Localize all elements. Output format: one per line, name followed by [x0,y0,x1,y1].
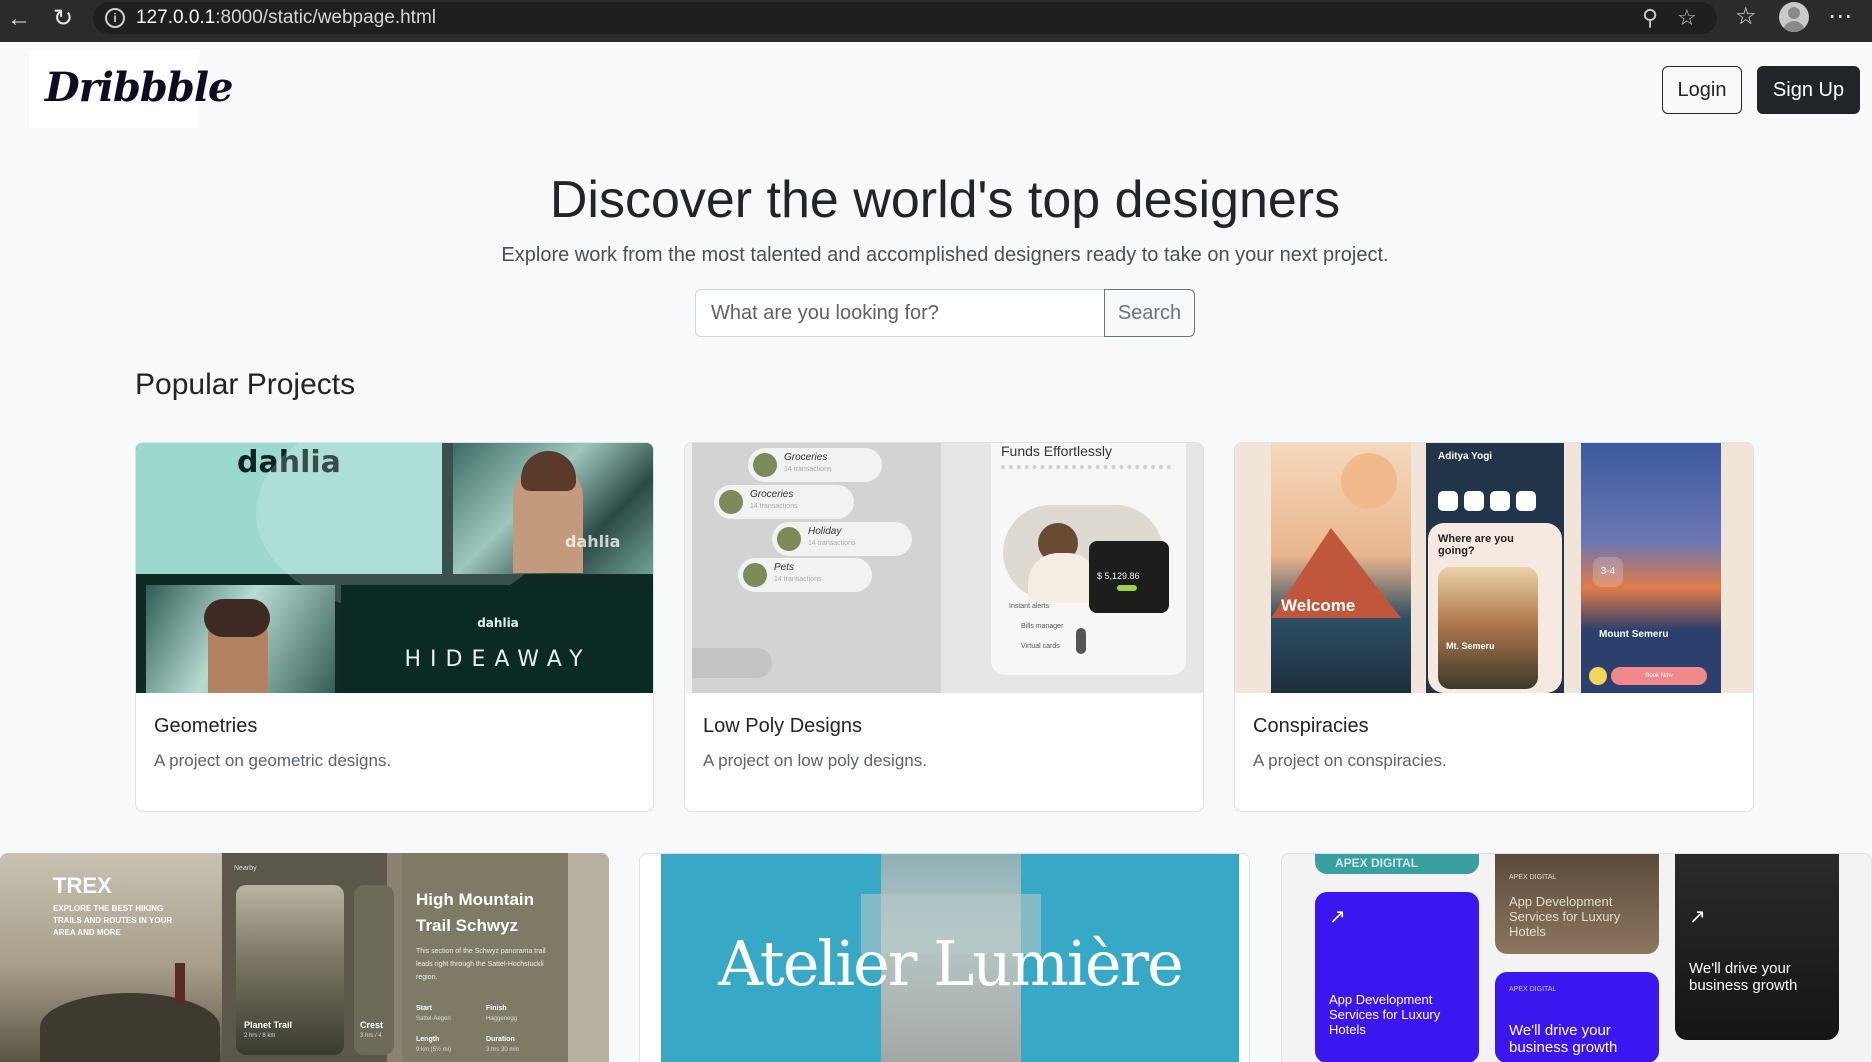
project-title[interactable]: Conspiracies [1253,715,1369,738]
art-panel: dahlia [136,443,556,613]
project-thumbnail[interactable]: dahlia dahlia dahlia HIDEAWAY [136,443,653,693]
project-description: A project on conspiracies. [1253,751,1447,770]
project-title[interactable]: Geometries [154,715,257,738]
project-thumbnail[interactable]: Welcome Aditya Yogi Where are you going?… [1235,443,1753,693]
art-list-item: Groceries 14 transactions [748,448,882,482]
project-thumbnail[interactable]: Groceries 14 transactions Groceries 14 t… [685,443,1203,693]
project-card[interactable]: Groceries 14 transactions Groceries 14 t… [684,442,1204,812]
project-card-atelier[interactable]: Atelier Lumière [639,853,1250,1062]
hero-title: Discover the world's top designers [549,171,1341,229]
art-list-item: Pets 14 transactions [738,558,872,592]
key-icon[interactable]: ⚲ [1642,5,1658,31]
art-list-item: Groceries 14 transactions [714,485,854,519]
more-menu-icon[interactable]: ⋯ [1828,2,1852,32]
favorite-star-icon[interactable]: ☆ [1677,5,1697,31]
address-bar[interactable]: i 127.0.0.1:8000/static/webpage.html ⚲ ☆ [93,2,1717,34]
login-button[interactable]: Login [1662,66,1742,114]
logo[interactable]: Dribbble [29,50,234,128]
art-option: Virtual cards [1021,643,1060,650]
project-card-apex[interactable]: APEX DIGITAL ↗ App Development Services … [1281,853,1872,1062]
art-list-panel: Groceries 14 transactions Groceries 14 t… [692,443,941,693]
project-title[interactable]: Low Poly Designs [703,715,862,738]
art-wordmark: Atelier Lumière [718,927,1184,1000]
art-brand-sub: HIDEAWAY [404,647,592,672]
site-info-icon[interactable]: i [105,8,125,28]
hero-subtitle: Explore work from the most talented and … [501,244,1389,266]
art-option: Bills manager [1021,623,1064,630]
art-panel-nearby: Nearby Planet Trail 2 hrs / 8 km Crest 3… [222,853,394,1062]
art-panel-apex-dark: ↗ We'll drive your business growth [1675,854,1839,1040]
search-button[interactable]: Search [1104,289,1195,337]
art-screen-map: 3-4 Mount Semeru Book Now [1581,443,1721,693]
project-card[interactable]: dahlia dahlia dahlia HIDEAWAY Geometries… [135,442,654,812]
art-photo-2 [146,585,335,693]
art-option: Instant alerts [1009,603,1050,610]
art-heading: Funds Effortlessly [1001,443,1113,459]
art-panel-detail: High Mountain Trail Schwyz This section … [402,853,568,1062]
favorites-list-icon[interactable]: ☆ [1735,2,1757,32]
project-description: A project on geometric designs. [154,751,392,770]
art-screen-welcome: Welcome [1271,443,1411,693]
art-phone-panel: Funds Effortlessly $ 5,129.86 Instant al… [941,443,1203,693]
project-card[interactable]: Welcome Aditya Yogi Where are you going?… [1234,442,1754,812]
art-photo: dahlia [453,443,653,574]
reload-icon[interactable]: ↻ [48,4,78,34]
browser-toolbar: ← ↻ i 127.0.0.1:8000/static/webpage.html… [0,0,1872,42]
url-path: :8000/static/webpage.html [215,7,436,28]
art-panel-apex-purple: ↗ App Development Services for Luxury Ho… [1315,892,1479,1062]
art-brand-overlay: dahlia [565,532,621,551]
back-arrow-icon[interactable]: ← [4,4,34,34]
logo-text: Dribbble [45,64,234,111]
art-balance-card: $ 5,129.86 [1089,541,1169,613]
profile-avatar-icon[interactable] [1779,2,1809,32]
signup-button[interactable]: Sign Up [1757,66,1860,114]
url-text: 127.0.0.1:8000/static/webpage.html [136,7,436,29]
art-panel-trex: TREX EXPLORE THE BEST HIKING TRAILS AND … [0,853,222,1062]
art-dark-panel: dahlia HIDEAWAY [341,585,653,693]
section-title: Popular Projects [135,368,356,401]
url-host: 127.0.0.1 [136,7,216,28]
search-input[interactable] [695,289,1105,337]
art-list-item: Holiday 14 transactions [772,522,912,556]
art-panel-atelier: Atelier Lumière [661,854,1239,1062]
art-brand-small: dahlia [477,616,519,630]
project-description: A project on low poly designs. [703,751,927,770]
art-screen-search: Aditya Yogi Where are you going? Mt. Sem… [1426,443,1564,693]
project-card-trex[interactable]: TREX EXPLORE THE BEST HIKING TRAILS AND … [0,853,609,1062]
